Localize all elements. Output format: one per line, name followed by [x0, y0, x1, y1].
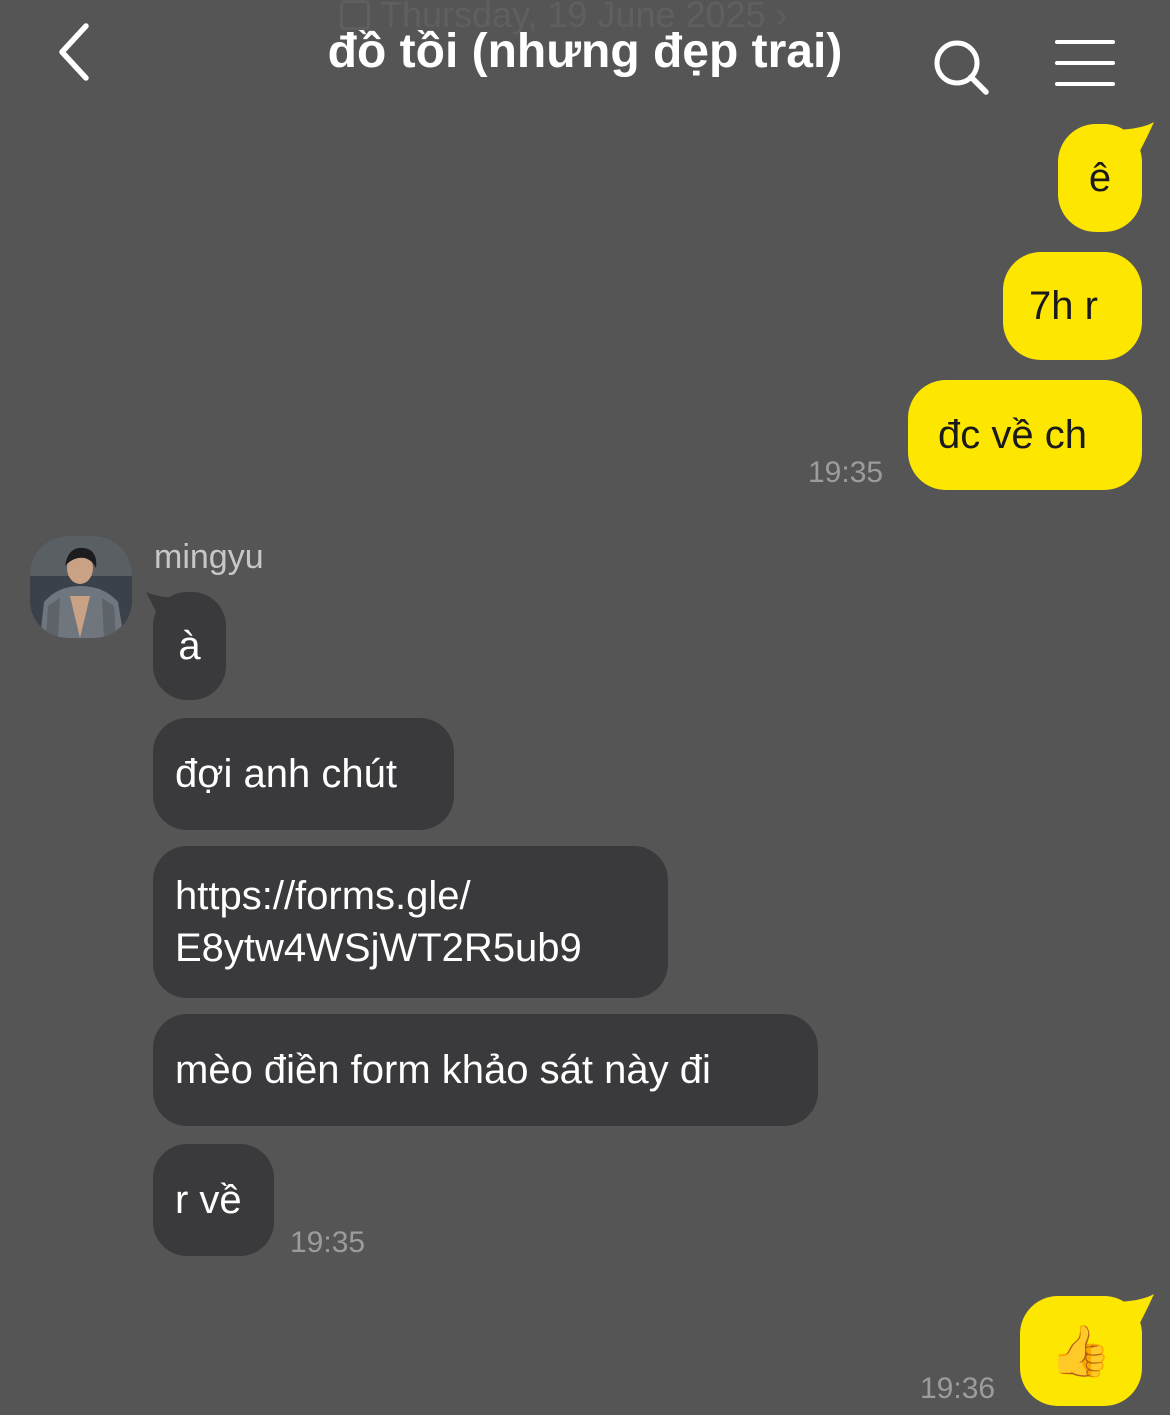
message-bubble[interactable]: r về — [153, 1144, 274, 1256]
thumbs-up-emoji: 👍 — [1049, 1323, 1113, 1379]
search-button[interactable] — [930, 36, 992, 98]
menu-icon — [1055, 40, 1115, 44]
message-bubble[interactable]: 👍 — [1020, 1296, 1142, 1406]
message-text: à — [178, 624, 201, 668]
chat-title: đồ tồi (nhưng đẹp trai) — [327, 25, 843, 78]
message-bubble[interactable]: đợi anh chút — [153, 718, 454, 830]
message-text: ê — [1088, 156, 1112, 200]
message-time: 19:35 — [808, 456, 884, 489]
message-bubble[interactable]: https://forms.gle/ E8ytw4WSjWT2R5ub9 — [153, 846, 668, 998]
message-text: đợi anh chút — [175, 752, 397, 796]
message-time: 19:35 — [290, 1226, 366, 1259]
message-bubble[interactable]: à — [153, 592, 226, 700]
message-text: đc về ch — [938, 413, 1087, 457]
back-button[interactable] — [50, 18, 110, 88]
search-icon — [934, 40, 989, 95]
message-bubble[interactable]: mèo điền form khảo sát này đi — [153, 1014, 818, 1126]
avatar-image — [30, 536, 132, 638]
message-text: 7h r — [1029, 284, 1098, 328]
chevron-left-icon — [59, 23, 89, 81]
message-bubble[interactable]: ê — [1058, 124, 1142, 232]
chat-header: đồ tồi (nhưng đẹp trai) — [0, 0, 1170, 110]
message-link[interactable]: https://forms.gle/ E8ytw4WSjWT2R5ub9 — [175, 870, 582, 974]
sender-name: mingyu — [154, 538, 264, 576]
message-text: r về — [175, 1178, 242, 1222]
message-bubble[interactable]: đc về ch — [908, 380, 1142, 490]
avatar[interactable] — [30, 536, 132, 638]
menu-button[interactable] — [1052, 38, 1118, 88]
message-time: 19:36 — [920, 1372, 996, 1405]
message-bubble[interactable]: 7h r — [1003, 252, 1142, 360]
message-text: mèo điền form khảo sát này đi — [175, 1048, 711, 1092]
